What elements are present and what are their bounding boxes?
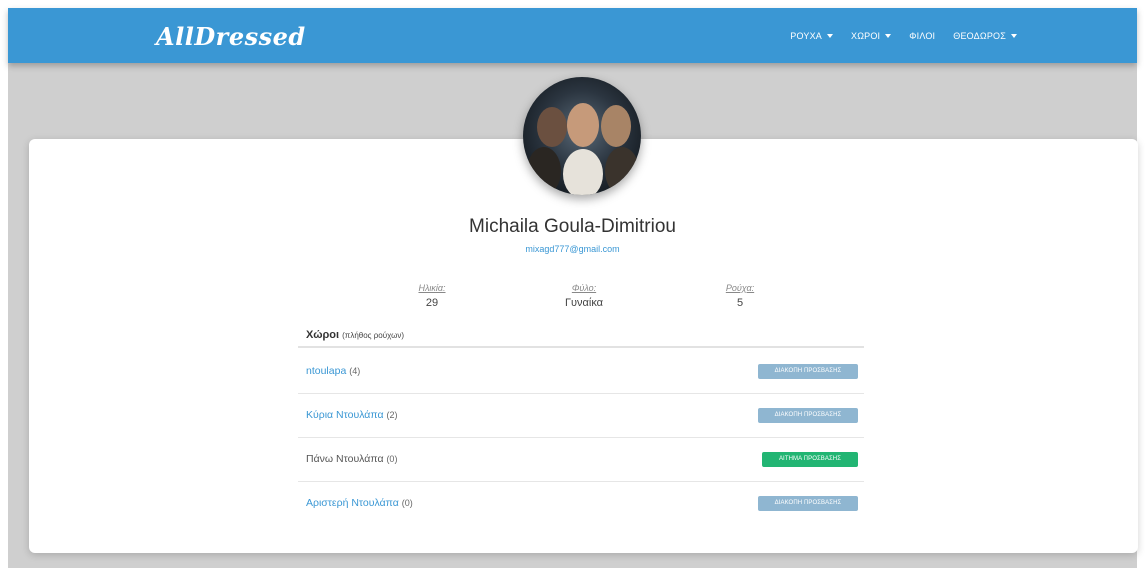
stat-gender: Φύλο: Γυναίκα: [524, 283, 644, 309]
space-row: Κύρια Ντουλάπα (2) ΔΙΑΚΟΠΗ ΠΡΟΣΒΑΣΗΣ: [298, 393, 864, 438]
stat-label: Ρούχα:: [725, 283, 755, 293]
nav-item-label: ΡΟΥΧΑ: [790, 30, 822, 41]
spaces-section-title: Χώροι (πλήθος ρούχων): [306, 329, 404, 341]
caret-down-icon: [827, 33, 833, 38]
profile-email[interactable]: mixagd777@gmail.com: [0, 244, 1145, 254]
space-name: Αριστερή Ντουλάπα: [306, 497, 399, 509]
space-name-link[interactable]: Κύρια Ντουλάπα (2): [306, 409, 397, 421]
stat-age: Ηλικία: 29: [372, 283, 492, 309]
space-row: Πάνω Ντουλάπα (0) ΑΙΤΗΜΑ ΠΡΟΣΒΑΣΗΣ: [298, 437, 864, 482]
profile-avatar: [523, 77, 641, 195]
space-row: ntoulapa (4) ΔΙΑΚΟΠΗ ΠΡΟΣΒΑΣΗΣ: [298, 349, 864, 394]
space-count: (0): [401, 498, 413, 508]
space-row: Αριστερή Ντουλάπα (0) ΔΙΑΚΟΠΗ ΠΡΟΣΒΑΣΗΣ: [298, 481, 864, 525]
stat-label: Φύλο:: [571, 283, 597, 293]
spaces-subtitle: (πλήθος ρούχων): [342, 331, 405, 340]
divider: [298, 346, 864, 348]
space-name-link[interactable]: ntoulapa (4): [306, 365, 360, 377]
nav-item-user-menu[interactable]: ΘΕΟΔΩΡΟΣ: [953, 31, 1017, 41]
space-count: (2): [386, 410, 398, 420]
space-name: Κύρια Ντουλάπα: [306, 409, 384, 421]
top-navbar: AllDressed ΡΟΥΧΑ ΧΩΡΟΙ ΦΙΛΟΙ ΘΕΟΔΩΡΟΣ: [8, 8, 1137, 63]
space-name-link[interactable]: Αριστερή Ντουλάπα (0): [306, 497, 413, 509]
nav-item-label: ΧΩΡΟΙ: [851, 30, 881, 41]
request-access-button[interactable]: ΑΙΤΗΜΑ ΠΡΟΣΒΑΣΗΣ: [762, 452, 858, 467]
nav-item-spaces[interactable]: ΧΩΡΟΙ: [851, 30, 892, 41]
spaces-title: Χώροι: [306, 329, 340, 341]
space-name: Πάνω Ντουλάπα: [306, 453, 384, 465]
revoke-access-button[interactable]: ΔΙΑΚΟΠΗ ΠΡΟΣΒΑΣΗΣ: [758, 364, 858, 379]
space-count: (4): [349, 366, 361, 376]
revoke-access-button[interactable]: ΔΙΑΚΟΠΗ ΠΡΟΣΒΑΣΗΣ: [758, 408, 858, 423]
nav-item-clothes[interactable]: ΡΟΥΧΑ: [790, 31, 833, 41]
space-name-text: Πάνω Ντουλάπα (0): [306, 453, 397, 465]
stat-value: 5: [736, 297, 744, 309]
revoke-access-button[interactable]: ΔΙΑΚΟΠΗ ΠΡΟΣΒΑΣΗΣ: [758, 496, 858, 511]
stat-clothes: Ρούχα: 5: [680, 283, 800, 309]
nav-item-label: ΦΙΛΟΙ: [909, 30, 936, 41]
space-name: ntoulapa: [306, 365, 347, 377]
caret-down-icon: [1011, 33, 1017, 38]
caret-down-icon: [885, 33, 892, 38]
nav-item-friends[interactable]: ΦΙΛΟΙ: [909, 31, 935, 41]
space-count: (0): [386, 454, 398, 464]
nav-item-label: ΘΕΟΔΩΡΟΣ: [953, 30, 1006, 41]
stat-label: Ηλικία:: [418, 283, 446, 293]
brand-logo[interactable]: AllDressed: [156, 22, 306, 51]
stat-value: 29: [425, 297, 439, 309]
nav-menu: ΡΟΥΧΑ ΧΩΡΟΙ ΦΙΛΟΙ ΘΕΟΔΩΡΟΣ: [790, 8, 1017, 63]
stat-value: Γυναίκα: [564, 297, 604, 309]
profile-name: Michaila Goula-Dimitriou: [469, 216, 676, 237]
